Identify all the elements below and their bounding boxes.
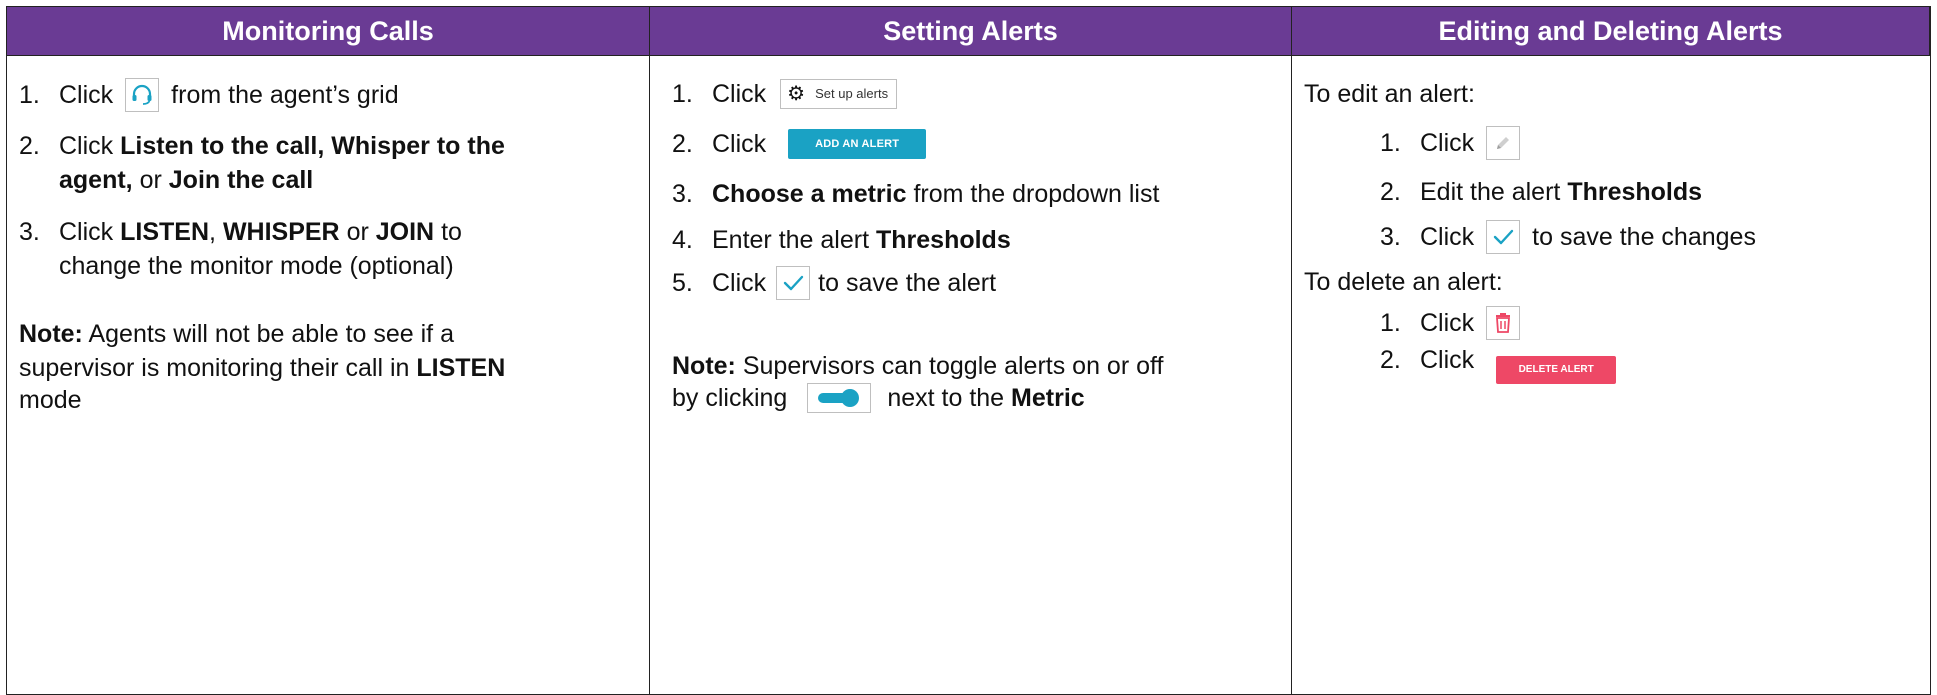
toggle-switch[interactable] — [807, 383, 872, 413]
step-text: Click — [712, 80, 767, 108]
note-bold: LISTEN — [416, 354, 506, 382]
column-setting-alerts: 1. Click ⚙ Set up alerts 2. Click ADD AN… — [650, 55, 1292, 694]
step-text: from the agent’s grid — [171, 81, 399, 109]
note-line-2: supervisor is monitoring their call in L… — [19, 352, 505, 384]
step-number: 1. — [1380, 309, 1401, 337]
note-line-1: Note: Agents will not be able to see if … — [19, 318, 454, 350]
step-number: 3. — [1380, 223, 1401, 251]
set-up-alerts-label: Set up alerts — [815, 86, 889, 101]
header-setting-alerts: Setting Alerts — [650, 7, 1292, 55]
step-number: 2. — [672, 130, 693, 158]
step-text: change the monitor mode (optional) — [59, 252, 454, 280]
step-2-line-1: 2. Click Listen to the call, Whisper to … — [19, 130, 505, 162]
step-number: 1. — [1380, 129, 1401, 157]
set-up-alerts-button[interactable]: ⚙ Set up alerts — [780, 79, 898, 109]
step-number: 1. — [672, 80, 693, 108]
note-label: Note: — [19, 320, 83, 348]
step-text: Click — [1420, 129, 1475, 157]
edit-step-3: 3. Click to save the changes — [1380, 220, 1756, 254]
delete-alert-button[interactable]: DELETE ALERT — [1496, 356, 1617, 384]
step-number: 2. — [1380, 178, 1401, 206]
instructions-table: Monitoring Calls Setting Alerts Editing … — [6, 6, 1931, 695]
step-text: Edit the alert — [1420, 178, 1561, 206]
note-line-3: mode — [19, 384, 82, 416]
note-label: Note: — [672, 352, 736, 380]
step-bold: Choose a metric — [712, 180, 907, 208]
step-number: 5. — [672, 269, 693, 297]
note-text: supervisor is monitoring their call in — [19, 354, 410, 382]
step-number: 4. — [672, 226, 693, 254]
note-text: next to the — [887, 384, 1005, 412]
step-text: Click — [712, 269, 767, 297]
delete-step-1: 1. Click — [1380, 306, 1532, 340]
step-3: 3. Choose a metric from the dropdown lis… — [672, 178, 1159, 210]
edit-pencil-icon[interactable] — [1486, 126, 1521, 160]
step-bold: WHISPER — [222, 218, 340, 246]
step-2-line-2: agent, or Join the call — [59, 164, 313, 196]
note-text: mode — [19, 386, 82, 414]
step-bold: Thresholds — [875, 226, 1011, 254]
step-2: 2. Click ADD AN ALERT — [672, 128, 927, 160]
step-text: from the dropdown list — [913, 180, 1160, 208]
step-number: 2. — [19, 132, 40, 160]
step-text: to save the alert — [818, 269, 997, 297]
step-bold: Join the call — [168, 166, 314, 194]
check-icon[interactable] — [776, 266, 811, 300]
step-1: 1. Click from the agent’s grid — [19, 78, 399, 112]
step-text: Click — [1420, 223, 1475, 251]
step-5: 5. Click to save the alert — [672, 266, 996, 300]
step-text: , — [209, 218, 216, 246]
header-editing-deleting-alerts: Editing and Deleting Alerts — [1292, 7, 1930, 55]
step-3-line-2: change the monitor mode (optional) — [59, 250, 454, 282]
edit-step-1: 1. Click — [1380, 126, 1532, 160]
delete-step-2: 2. Click DELETE ALERT — [1380, 344, 1617, 384]
note-line-1: Note: Supervisors can toggle alerts on o… — [672, 350, 1163, 382]
step-bold: agent, — [59, 166, 133, 194]
step-text: to — [441, 218, 462, 246]
step-text: Enter the alert — [712, 226, 870, 254]
note-line-2: by clicking next to the Metric — [672, 382, 1085, 414]
note-text: by clicking — [672, 384, 788, 412]
headset-icon[interactable] — [125, 78, 160, 112]
step-text: Click — [59, 81, 114, 109]
step-4: 4. Enter the alert Thresholds — [672, 224, 1011, 256]
step-bold: Thresholds — [1567, 178, 1703, 206]
step-text: or — [139, 166, 162, 194]
step-text: Click — [59, 132, 114, 160]
step-text: Click — [1420, 309, 1475, 337]
step-text: Click — [59, 218, 114, 246]
step-number: 1. — [19, 81, 40, 109]
edit-step-2: 2. Edit the alert Thresholds — [1380, 176, 1702, 208]
column-editing-deleting-alerts: To edit an alert: 1. Click 2. Edit the a… — [1292, 55, 1930, 694]
step-text: to save the changes — [1532, 223, 1756, 251]
gear-icon: ⚙ — [787, 83, 806, 105]
step-text: Click — [1420, 346, 1475, 374]
step-1: 1. Click ⚙ Set up alerts — [672, 78, 898, 110]
step-text: Click — [712, 130, 767, 158]
step-number: 3. — [19, 218, 40, 246]
delete-alert-title: To delete an alert: — [1304, 268, 1503, 296]
step-bold: Listen to the call, Whisper to the — [120, 132, 505, 160]
step-bold: JOIN — [375, 218, 435, 246]
note-text: Agents will not be able to see if a — [88, 320, 454, 348]
step-bold: LISTEN — [120, 218, 210, 246]
step-number: 3. — [672, 180, 693, 208]
step-text: or — [346, 218, 369, 246]
note-text: Supervisors can toggle alerts on or off — [742, 352, 1164, 380]
step-3-line-1: 3. Click LISTEN, WHISPER or JOIN to — [19, 216, 462, 248]
column-monitoring-calls: 1. Click from the agent’s grid 2. Click … — [7, 55, 650, 694]
header-monitoring-calls: Monitoring Calls — [7, 7, 650, 55]
note-bold: Metric — [1011, 384, 1085, 412]
step-number: 2. — [1380, 346, 1401, 374]
trash-icon[interactable] — [1486, 306, 1521, 340]
add-an-alert-button[interactable]: ADD AN ALERT — [788, 129, 927, 159]
check-icon[interactable] — [1486, 220, 1521, 254]
edit-alert-title: To edit an alert: — [1304, 80, 1475, 108]
